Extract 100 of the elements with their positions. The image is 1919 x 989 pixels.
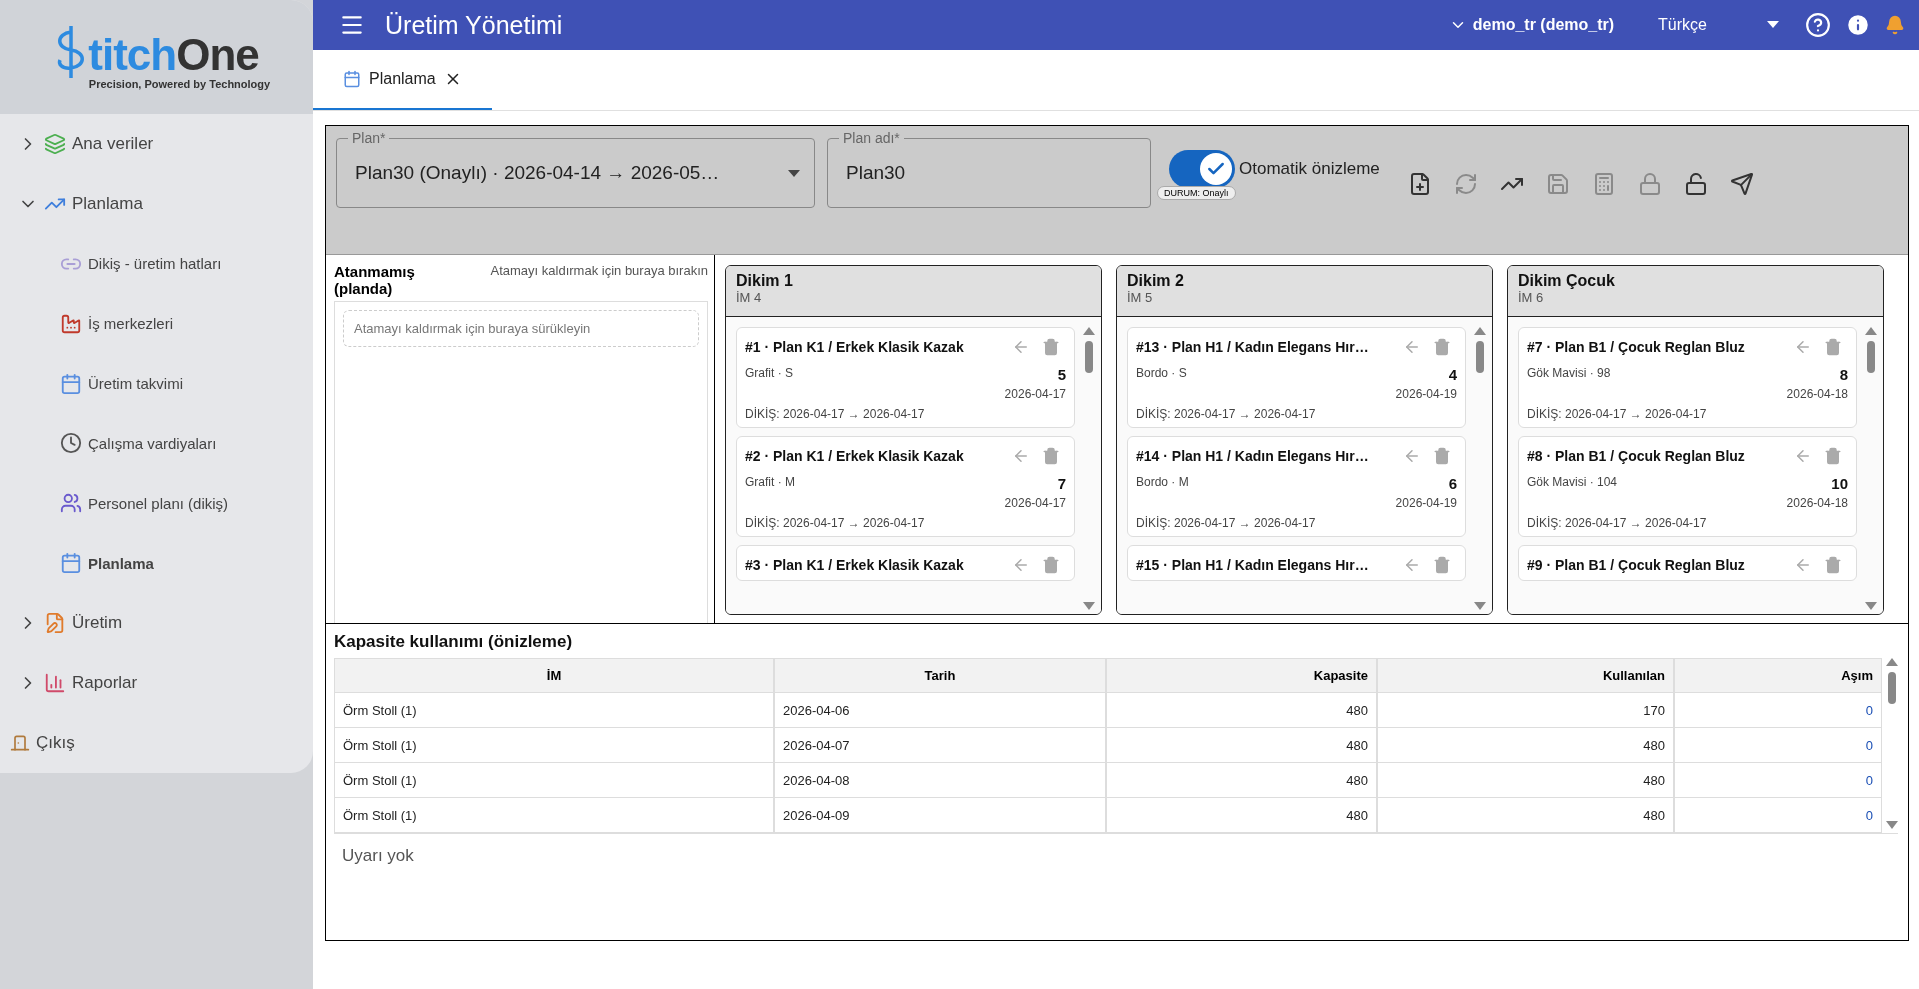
table-cell: 0 [1674, 693, 1882, 728]
note-icon [44, 612, 66, 635]
card-title: #13 · Plan H1 / Kadın Elegans Hır… [1136, 339, 1370, 355]
info-icon[interactable] [1845, 12, 1871, 38]
trash-icon [1824, 447, 1842, 465]
sidebar-item[interactable]: Planlama [0, 533, 313, 594]
caret-icon [788, 169, 800, 177]
sidebar-item[interactable]: Dikiş - üretim hatları [0, 233, 313, 294]
field-value: Plan30 [846, 162, 907, 184]
calendar-icon [343, 70, 361, 88]
order-card[interactable]: #1 · Plan K1 / Erkek Klasik Kazak Grafit · S 5 2026-04-17 DİKİŞ: 2026-04-17 → 2026-04-17 [736, 327, 1075, 428]
data-icon [44, 132, 66, 155]
column-header[interactable]: Aşım [1674, 658, 1882, 693]
trash-icon [1042, 447, 1060, 465]
card-sewing-dates: DİKİŞ: 2026-04-17 → 2026-04-17 [1527, 516, 1707, 530]
table-cell: 2026-04-09 [774, 798, 1106, 833]
card-title: #2 · Plan K1 / Erkek Klasik Kazak [745, 448, 965, 464]
sidebar-item[interactable]: Ana veriler [0, 113, 313, 174]
status-badge: DURUM: Onaylı [1157, 186, 1236, 200]
card-date: 2026-04-19 [1395, 496, 1457, 510]
warnings-text: Uyarı yok [341, 845, 415, 867]
help-icon[interactable] [1805, 12, 1831, 38]
table-cell: 480 [1106, 763, 1377, 798]
card-date: 2026-04-17 [1004, 496, 1066, 510]
sidebar-item[interactable]: İş merkezleri [0, 293, 313, 354]
lane-name: Dikim Çocuk [1518, 272, 1616, 290]
clock-icon [60, 432, 82, 455]
table-cell: 480 [1377, 798, 1674, 833]
table-cell: 480 [1377, 728, 1674, 763]
trash-icon [1824, 338, 1842, 356]
bell-icon[interactable] [1885, 15, 1905, 35]
auto-preview-switch[interactable] [1169, 150, 1235, 188]
sidebar-item[interactable]: Üretim [0, 593, 313, 654]
card-date: 2026-04-18 [1786, 496, 1848, 510]
brand-name: One [176, 29, 259, 80]
column-header[interactable]: Kapasite [1106, 658, 1377, 693]
column-header[interactable]: Tarih [774, 658, 1106, 693]
card-quantity: 5 [1057, 366, 1066, 383]
card-variant: Grafit · M [745, 475, 795, 491]
calendar-icon [60, 372, 82, 395]
sidebar-item[interactable]: Üretim takvimi [0, 353, 313, 414]
sidebar-item[interactable]: Personel planı (dikiş) [0, 473, 313, 534]
unassigned-title: Atanmamış (planda) [334, 263, 416, 297]
unlock-button[interactable] [1683, 172, 1708, 196]
table-cell: 2026-04-08 [774, 763, 1106, 798]
app-title: Üretim Yönetimi [385, 10, 564, 40]
send-button[interactable] [1729, 172, 1754, 196]
sidebar-item[interactable]: Çalışma vardiyaları [0, 413, 313, 474]
table-cell: Örm Stoll (1) [334, 728, 774, 763]
order-card[interactable]: #13 · Plan H1 / Kadın Elegans Hır… Bordo · S 4 2026-04-19 DİKİŞ: 2026-04-17 → 2026-04-17 [1127, 327, 1466, 428]
door-icon [10, 733, 30, 754]
field-value: Plan30 (Onaylı) · 2026-04-14 → 2026-05… [355, 162, 721, 184]
auto-preview-label: Otomatik önizleme [1239, 159, 1380, 179]
logout-item[interactable]: Çıkış [0, 713, 313, 773]
order-card[interactable]: #9 · Plan B1 / Çocuk Reglan Bluz [1518, 545, 1857, 581]
order-card[interactable]: #8 · Plan B1 / Çocuk Reglan Bluz Gök Mavisi · 104 10 2026-04-18 DİKİŞ: 2026-04-17 → 2026-04-17 [1518, 436, 1857, 537]
lane-center: İM 6 [1518, 290, 1545, 305]
card-sewing-dates: DİKİŞ: 2026-04-17 → 2026-04-17 [1527, 407, 1707, 421]
caret-icon [1767, 21, 1779, 29]
card-sewing-dates: DİKİŞ: 2026-04-17 → 2026-04-17 [1136, 407, 1316, 421]
trash-icon [1042, 556, 1060, 574]
card-date: 2026-04-19 [1395, 387, 1457, 401]
drop-zone[interactable]: Atamayı kaldırmak için buraya sürükleyin [343, 310, 699, 347]
card-sewing-dates: DİKİŞ: 2026-04-17 → 2026-04-17 [1136, 516, 1316, 530]
table-cell: 170 [1377, 693, 1674, 728]
card-title: #15 · Plan H1 / Kadın Elegans Hır… [1136, 557, 1370, 573]
factory-icon [60, 312, 82, 335]
card-sewing-dates: DİKİŞ: 2026-04-17 → 2026-04-17 [745, 407, 925, 421]
column-header[interactable]: Kullanılan [1377, 658, 1674, 693]
card-variant: Bordo · M [1136, 475, 1189, 491]
bars-icon [44, 672, 66, 695]
card-variant: Bordo · S [1136, 366, 1187, 382]
drop-hint: Atamayı kaldırmak için buraya bırakın [490, 263, 708, 280]
capacity-title: Kapasite kullanımı (önizleme) [334, 632, 574, 652]
brand-name: titch [88, 29, 177, 80]
table-cell: Örm Stoll (1) [334, 798, 774, 833]
trash-icon [1433, 556, 1451, 574]
table-cell: 480 [1106, 693, 1377, 728]
order-card[interactable]: #3 · Plan K1 / Erkek Klasik Kazak [736, 545, 1075, 581]
card-title: #14 · Plan H1 / Kadın Elegans Hır… [1136, 448, 1370, 464]
sidebar-item[interactable]: Raporlar [0, 653, 313, 714]
table-cell: 0 [1674, 763, 1882, 798]
sidebar-item[interactable]: Planlama [0, 173, 313, 234]
table-cell: Örm Stoll (1) [334, 763, 774, 798]
card-variant: Gök Mavisi · 104 [1527, 475, 1618, 491]
language-select[interactable]: Türkçe [1658, 16, 1779, 34]
column-header[interactable]: İM [334, 658, 774, 693]
card-variant: Grafit · S [745, 366, 793, 382]
lane-name: Dikim 2 [1127, 272, 1185, 290]
table-cell: 0 [1674, 728, 1882, 763]
table-cell: 480 [1106, 798, 1377, 833]
order-card[interactable]: #2 · Plan K1 / Erkek Klasik Kazak Grafit · M 7 2026-04-17 DİKİŞ: 2026-04-17 → 2026-04-17 [736, 436, 1075, 537]
order-card[interactable]: #7 · Plan B1 / Çocuk Reglan Bluz Gök Mavisi · 98 8 2026-04-18 DİKİŞ: 2026-04-17 → 2026-04-17 [1518, 327, 1857, 428]
card-title: #1 · Plan K1 / Erkek Klasik Kazak [745, 339, 965, 355]
order-card[interactable]: #14 · Plan H1 / Kadın Elegans Hır… Bordo · M 6 2026-04-19 DİKİŞ: 2026-04-17 → 2026-04-17 [1127, 436, 1466, 537]
brand-tagline: Precision, Powered by Technology [88, 77, 271, 90]
card-quantity: 10 [1831, 475, 1848, 492]
card-date: 2026-04-18 [1786, 387, 1848, 401]
card-variant: Gök Mavisi · 98 [1527, 366, 1611, 382]
order-card[interactable]: #15 · Plan H1 / Kadın Elegans Hır… [1127, 545, 1466, 581]
